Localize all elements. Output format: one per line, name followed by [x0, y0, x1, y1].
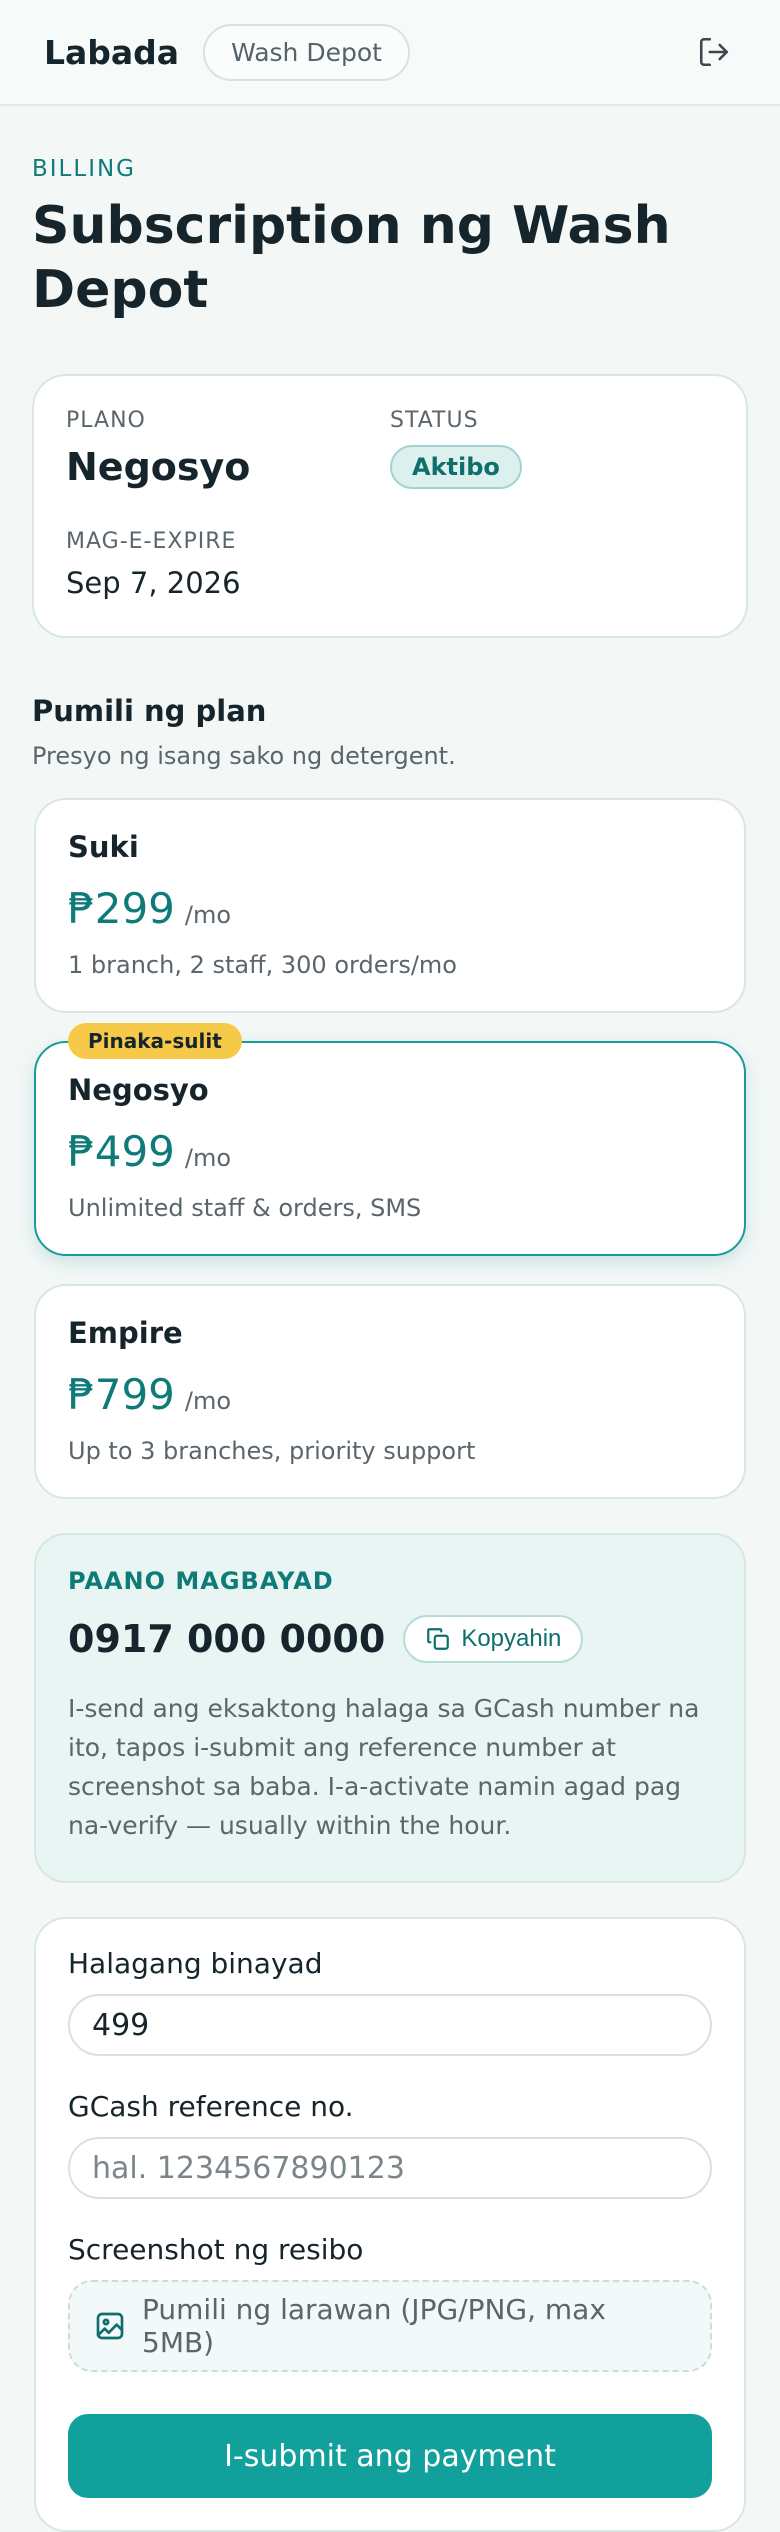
plan-name: Suki — [68, 830, 139, 864]
plans-section-subtitle: Presyo ng isang sako ng detergent. — [32, 742, 456, 770]
plan-name: Negosyo — [68, 1073, 209, 1107]
plan-description: 1 branch, 2 staff, 300 orders/mo — [68, 951, 457, 979]
plan-price: ₱799 — [68, 1370, 175, 1419]
current-plan-name: Negosyo — [66, 445, 251, 489]
submit-payment-button[interactable]: I-submit ang payment — [68, 2414, 712, 2498]
amount-label: Halagang binayad — [68, 1947, 323, 1980]
plan-description: Up to 3 branches, priority support — [68, 1437, 476, 1465]
brand-logo[interactable]: Labada — [44, 33, 179, 72]
copy-button-label: Kopyahin — [461, 1625, 562, 1652]
expire-label: MAG-E-EXPIRE — [66, 529, 237, 554]
plan-name: Empire — [68, 1316, 183, 1350]
popular-badge: Pinaka-sulit — [68, 1023, 242, 1059]
reference-label: GCash reference no. — [68, 2090, 354, 2123]
plan-period: /mo — [184, 901, 232, 929]
status-label: STATUS — [390, 408, 479, 433]
plan-label: PLANO — [66, 408, 146, 433]
plan-card-suki[interactable]: Suki ₱299 /mo 1 branch, 2 staff, 300 ord… — [34, 798, 746, 1013]
screenshot-upload[interactable]: Pumili ng larawan (JPG/PNG, max 5MB) — [68, 2280, 712, 2372]
plan-price: ₱299 — [68, 884, 175, 933]
reference-input[interactable] — [68, 2137, 712, 2199]
payment-eyebrow: PAANO MAGBAYAD — [68, 1567, 334, 1595]
expire-date: Sep 7, 2026 — [66, 566, 241, 600]
shop-name-pill[interactable]: Wash Depot — [203, 23, 410, 81]
payment-form: Halagang binayad GCash reference no. Scr… — [34, 1917, 746, 2532]
plan-description: Unlimited staff & orders, SMS — [68, 1194, 422, 1222]
plan-price: ₱499 — [68, 1127, 175, 1176]
screenshot-label: Screenshot ng resibo — [68, 2233, 364, 2266]
page-eyebrow: BILLING — [32, 156, 137, 182]
plan-period: /mo — [184, 1144, 232, 1172]
status-badge: Aktibo — [390, 445, 522, 489]
plan-period: /mo — [184, 1387, 232, 1415]
plan-card-negosyo[interactable]: Pinaka-sulit Negosyo ₱499 /mo Unlimited … — [34, 1023, 746, 1256]
payment-instructions: I-send ang eksaktong halaga sa GCash num… — [68, 1694, 700, 1840]
payment-instructions-box: PAANO MAGBAYAD 0917 000 0000 Kopyahin I-… — [34, 1533, 746, 1883]
logout-icon — [699, 37, 729, 67]
upload-text: Pumili ng larawan (JPG/PNG, max 5MB) — [142, 2293, 606, 2359]
main-content: BILLING Subscription ng Wash Depot PLANO… — [0, 156, 780, 2532]
subscription-summary-card: PLANO Negosyo STATUS Aktibo MAG-E-EXPIRE… — [32, 374, 748, 638]
top-bar: Labada Wash Depot — [0, 0, 780, 106]
gcash-number: 0917 000 0000 — [68, 1617, 386, 1661]
amount-input[interactable] — [68, 1994, 712, 2056]
copy-icon — [427, 1628, 450, 1650]
copy-button[interactable]: Kopyahin — [403, 1615, 584, 1663]
logout-button[interactable] — [692, 30, 736, 74]
page-title: Subscription ng Wash Depot — [32, 196, 671, 320]
image-upload-icon — [96, 2312, 124, 2340]
plans-section-title: Pumili ng plan — [32, 694, 267, 728]
plan-card-empire[interactable]: Empire ₱799 /mo Up to 3 branches, priori… — [34, 1284, 746, 1499]
